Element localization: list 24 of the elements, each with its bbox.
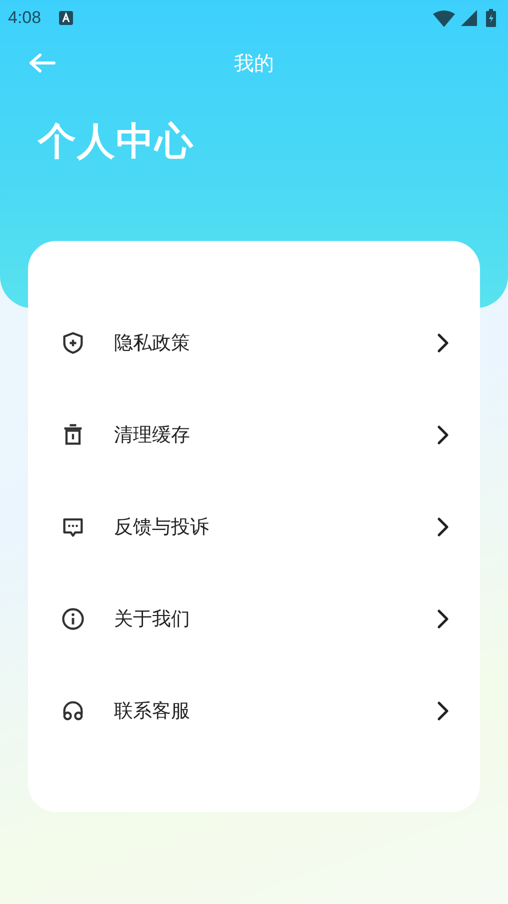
chevron-icon xyxy=(436,424,450,446)
notification-icon xyxy=(59,11,74,25)
chevron-icon xyxy=(436,516,450,538)
menu-item[interactable]: 隐私政策 xyxy=(28,297,480,389)
status-time: 4:08 xyxy=(8,8,42,28)
menu-label: 联系客服 xyxy=(114,699,191,724)
menu-label: 清理缓存 xyxy=(114,423,191,448)
menu-item[interactable]: 关于我们 xyxy=(28,573,480,665)
menu-label: 反馈与投诉 xyxy=(114,515,210,540)
chevron-icon xyxy=(436,700,450,722)
menu-item[interactable]: 联系客服 xyxy=(28,665,480,757)
chevron-icon xyxy=(436,608,450,630)
menu-label: 关于我们 xyxy=(114,607,191,632)
info-icon xyxy=(60,606,86,632)
header-title: 个人中心 xyxy=(38,119,194,163)
back-button[interactable] xyxy=(28,52,56,74)
chevron-icon xyxy=(436,332,450,354)
menu-item[interactable]: 反馈与投诉 xyxy=(28,481,480,573)
page-title: 我的 xyxy=(234,50,274,74)
wifi-icon xyxy=(433,10,455,26)
battery-icon xyxy=(486,9,496,27)
signal-icon xyxy=(461,10,477,26)
menu-item[interactable]: 清理缓存 xyxy=(28,389,480,481)
menu-label: 隐私政策 xyxy=(114,331,191,356)
